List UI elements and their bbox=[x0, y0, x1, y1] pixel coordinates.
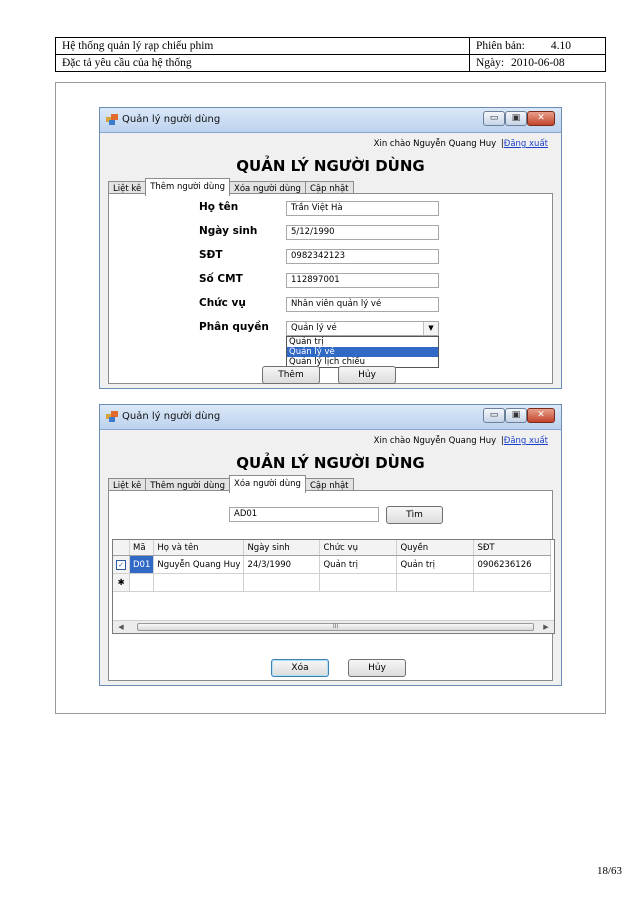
phone-input[interactable]: 0982342123 bbox=[286, 249, 439, 264]
fullname-input[interactable]: Trần Việt Hà bbox=[286, 201, 439, 216]
table-cell[interactable] bbox=[473, 573, 552, 592]
cancel-button[interactable]: Hủy bbox=[338, 366, 396, 384]
row-header-corner bbox=[113, 540, 130, 556]
cancel-button[interactable]: Hủy bbox=[348, 659, 406, 677]
title-bar: Quản lý người dùng ▭ ▣ ✕ bbox=[100, 108, 561, 133]
tab-panel: Họ tên Trần Việt Hà Ngày sinh 5/12/1990 … bbox=[108, 193, 553, 384]
search-button[interactable]: Tìm bbox=[386, 506, 443, 524]
window-client: Xin chào Nguyễn Quang Huy |Đăng xuất QUẢ… bbox=[105, 430, 556, 681]
role-dropdown-list: Quản trị Quản lý vé Quản lý lịch chiếu bbox=[286, 336, 439, 368]
id-card-input[interactable]: 112897001 bbox=[286, 273, 439, 288]
app-icon bbox=[106, 114, 118, 125]
table-cell[interactable]: 0906236126 bbox=[473, 555, 552, 574]
new-row-marker-icon: ✱ bbox=[113, 573, 130, 592]
spec-title: Đặc tả yêu cầu của hệ thống bbox=[55, 54, 470, 72]
greeting: Xin chào Nguyễn Quang Huy |Đăng xuất bbox=[373, 436, 548, 446]
close-button[interactable]: ✕ bbox=[527, 111, 555, 126]
date-value: 2010-06-08 bbox=[510, 57, 565, 69]
system-name: Hệ thống quản lý rạp chiếu phim bbox=[55, 37, 470, 55]
table-cell[interactable] bbox=[129, 573, 155, 592]
greeting-text: Xin chào Nguyễn Quang Huy bbox=[373, 139, 497, 149]
role-option-selected[interactable]: Quản lý vé bbox=[287, 347, 438, 357]
column-header[interactable]: Họ và tên bbox=[153, 540, 245, 556]
position-label: Chức vụ bbox=[199, 297, 246, 309]
horizontal-scrollbar[interactable]: ◀ III ▶ bbox=[113, 620, 554, 633]
close-button[interactable]: ✕ bbox=[527, 408, 555, 423]
date-cell: Ngày: 2010-06-08 bbox=[469, 54, 606, 72]
maximize-button[interactable]: ▣ bbox=[505, 111, 527, 126]
page-title: QUẢN LÝ NGƯỜI DÙNG bbox=[236, 454, 425, 472]
dob-label: Ngày sinh bbox=[199, 225, 258, 237]
new-row[interactable]: ✱ bbox=[113, 573, 552, 592]
scroll-right-icon[interactable]: ▶ bbox=[540, 621, 552, 633]
dob-input[interactable]: 5/12/1990 bbox=[286, 225, 439, 240]
fullname-label: Họ tên bbox=[199, 201, 239, 213]
maximize-button[interactable]: ▣ bbox=[505, 408, 527, 423]
version-label: Phiên bản: bbox=[476, 40, 525, 52]
phone-label: SĐT bbox=[199, 249, 223, 261]
tab-add-user[interactable]: Thêm người dùng bbox=[145, 178, 231, 196]
table-cell[interactable] bbox=[319, 573, 398, 592]
table-cell[interactable] bbox=[243, 573, 321, 592]
role-label: Phân quyền bbox=[199, 321, 269, 333]
tab-panel: AD01 Tìm Mã Họ và tên Ngày sinh Chức vụ … bbox=[108, 490, 555, 681]
grid-header-row: Mã Họ và tên Ngày sinh Chức vụ Quyền SĐT bbox=[113, 540, 552, 556]
column-header[interactable]: Mã bbox=[129, 540, 155, 556]
add-user-window: Quản lý người dùng ▭ ▣ ✕ Xin chào Nguyễn… bbox=[99, 107, 562, 389]
table-cell[interactable]: Quản trị bbox=[319, 555, 398, 574]
page-title: QUẢN LÝ NGƯỜI DÙNG bbox=[236, 157, 425, 175]
window-title: Quản lý người dùng bbox=[122, 411, 221, 422]
greeting-text: Xin chào Nguyễn Quang Huy bbox=[373, 436, 497, 446]
delete-user-window: Quản lý người dùng ▭ ▣ ✕ Xin chào Nguyễn… bbox=[99, 404, 562, 686]
id-card-label: Số CMT bbox=[199, 273, 243, 285]
search-input[interactable]: AD01 bbox=[229, 507, 379, 522]
chevron-down-icon[interactable]: ▼ bbox=[423, 322, 438, 335]
table-cell[interactable]: Nguyễn Quang Huy bbox=[153, 555, 245, 574]
page-number: 18/63 bbox=[596, 865, 622, 877]
version-cell: Phiên bản: 4.10 bbox=[469, 37, 606, 55]
role-select[interactable]: Quản lý vé ▼ bbox=[286, 321, 439, 336]
checkbox-icon[interactable]: ✓ bbox=[116, 559, 126, 570]
table-row[interactable]: ✓ D01 Nguyễn Quang Huy 24/3/1990 Quản tr… bbox=[113, 555, 552, 574]
scroll-left-icon[interactable]: ◀ bbox=[115, 621, 127, 633]
table-cell[interactable] bbox=[153, 573, 245, 592]
version-value: 4.10 bbox=[550, 40, 571, 52]
delete-button[interactable]: Xóa bbox=[271, 659, 329, 677]
row-checkbox-cell[interactable]: ✓ bbox=[113, 555, 130, 574]
table-cell[interactable]: D01 bbox=[129, 555, 155, 574]
column-header[interactable]: Chức vụ bbox=[319, 540, 398, 556]
table-cell[interactable] bbox=[396, 573, 475, 592]
users-grid: Mã Họ và tên Ngày sinh Chức vụ Quyền SĐT… bbox=[112, 539, 555, 634]
table-cell[interactable]: Quản trị bbox=[396, 555, 475, 574]
scroll-thumb[interactable]: III bbox=[137, 623, 534, 631]
role-option[interactable]: Quản trị bbox=[287, 337, 438, 347]
table-cell[interactable]: 24/3/1990 bbox=[243, 555, 321, 574]
column-header[interactable]: Ngày sinh bbox=[243, 540, 321, 556]
document-header-table: Hệ thống quản lý rạp chiếu phim Phiên bả… bbox=[55, 37, 606, 72]
column-header[interactable]: SĐT bbox=[473, 540, 552, 556]
role-select-value: Quản lý vé bbox=[291, 323, 337, 333]
app-icon bbox=[106, 411, 118, 422]
add-button[interactable]: Thêm bbox=[262, 366, 320, 384]
title-bar: Quản lý người dùng ▭ ▣ ✕ bbox=[100, 405, 561, 430]
tab-delete-user[interactable]: Xóa người dùng bbox=[229, 475, 306, 493]
minimize-button[interactable]: ▭ bbox=[483, 111, 505, 126]
position-input[interactable]: Nhân viên quản lý vé bbox=[286, 297, 439, 312]
minimize-button[interactable]: ▭ bbox=[483, 408, 505, 423]
logout-link[interactable]: Đăng xuất bbox=[504, 436, 548, 446]
logout-link[interactable]: Đăng xuất bbox=[504, 139, 548, 149]
window-client: Xin chào Nguyễn Quang Huy |Đăng xuất QUẢ… bbox=[105, 133, 556, 384]
greeting: Xin chào Nguyễn Quang Huy |Đăng xuất bbox=[373, 139, 548, 149]
window-title: Quản lý người dùng bbox=[122, 114, 221, 125]
column-header[interactable]: Quyền bbox=[396, 540, 475, 556]
date-label: Ngày: bbox=[476, 57, 505, 69]
